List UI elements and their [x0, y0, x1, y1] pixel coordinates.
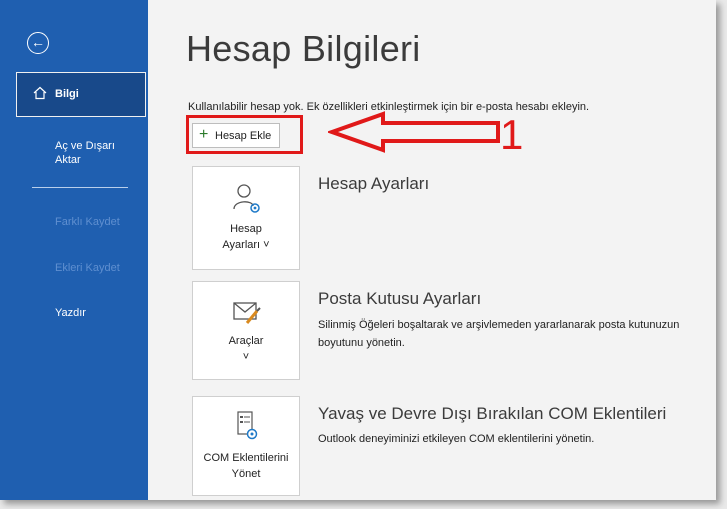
sidebar-item-label: Bilgi: [55, 88, 79, 100]
tile-label-line2: ˅: [242, 351, 250, 363]
home-icon: [33, 86, 47, 103]
sidebar-divider: [32, 187, 128, 188]
annotation-arrow: [328, 111, 500, 153]
tile-label-line2: Ayarları ˅: [222, 239, 270, 251]
section-title-com-addins: Yavaş ve Devre Dışı Bırakılan COM Eklent…: [318, 404, 667, 423]
section-description-mailbox-settings: Silinmiş Öğeleri boşaltarak ve arşivleme…: [318, 319, 680, 349]
back-arrow-icon[interactable]: ←: [27, 32, 49, 54]
mailbox-tools-icon: [193, 298, 299, 331]
sidebar-item-ac-disari-aktar[interactable]: Aç ve Dışarı Aktar: [55, 139, 135, 167]
annotation-number: 1: [500, 111, 524, 158]
section-description-com-addins: Outlook deneyiminizi etkileyen COM eklen…: [318, 433, 595, 445]
tile-label-line1: Araçlar: [228, 335, 264, 347]
account-settings-icon: [193, 181, 299, 218]
com-addins-tile[interactable]: COM Eklentilerini Yönet: [192, 396, 300, 496]
com-addins-icon: [193, 409, 299, 446]
account-settings-tile[interactable]: Hesap Ayarları ˅: [192, 166, 300, 270]
section-title-account-settings: Hesap Ayarları: [318, 174, 430, 193]
tile-label-line2: Yönet: [231, 468, 261, 480]
sidebar-item-bilgi[interactable]: Bilgi: [16, 72, 146, 117]
annotation-highlight-box: [186, 115, 303, 154]
outlook-backstage-window: ← Bilgi Aç ve Dışarı Aktar Farklı Kaydet…: [0, 0, 716, 500]
tile-label-line1: Hesap: [230, 223, 262, 235]
page-title: Hesap Bilgileri: [186, 28, 421, 69]
section-title-mailbox-settings: Posta Kutusu Ayarları: [318, 289, 482, 308]
tools-tile[interactable]: Araçlar ˅: [192, 281, 300, 380]
main-content: Hesap Bilgileri Kullanılabilir hesap yok…: [148, 0, 716, 500]
tile-label-line1: COM Eklentilerini: [203, 452, 289, 464]
sidebar: ← Bilgi Aç ve Dışarı Aktar Farklı Kaydet…: [0, 0, 148, 500]
